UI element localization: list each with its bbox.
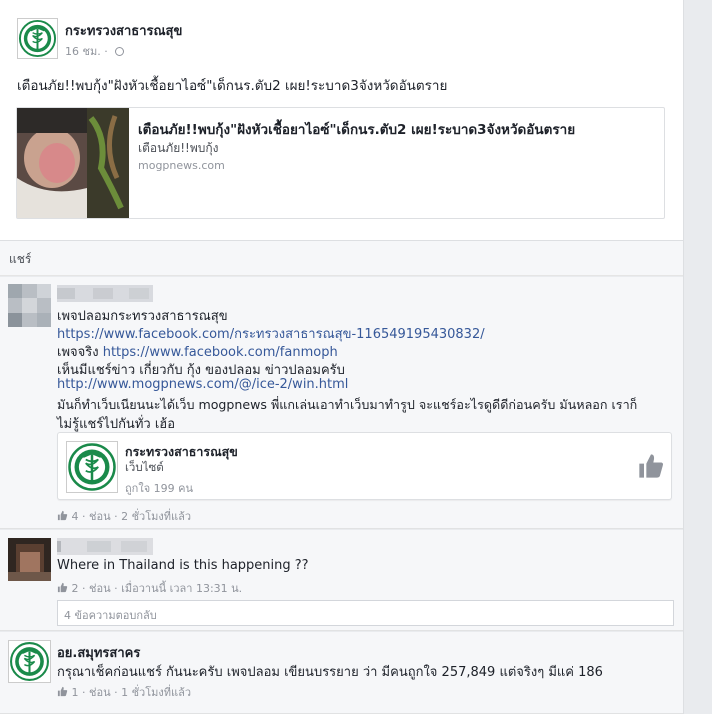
- share-timestamp[interactable]: 2 ชั่วโมงที่แล้ว: [121, 510, 191, 523]
- separator: ·: [78, 686, 89, 699]
- hide-link[interactable]: ช่อน: [89, 582, 111, 595]
- separator: ·: [78, 582, 89, 595]
- meta-dot: ·: [104, 45, 108, 58]
- like-page-button[interactable]: [637, 452, 665, 480]
- like-count[interactable]: 2: [72, 582, 79, 595]
- sharer-name[interactable]: อย.สมุทรสาคร: [57, 642, 140, 663]
- share-text-line-7: ไม่รู้แชร์ไปกันทั่ว เฮ้อ: [57, 417, 176, 432]
- link-preview-card[interactable]: เตือนภัย!!พบกุ้ง"ฝังหัวเชื้อยาไอซ์"เด็กน…: [16, 107, 665, 219]
- shares-label: แชร์: [9, 252, 32, 266]
- page-name-link[interactable]: กระทรวงสาธารณสุข: [65, 20, 182, 41]
- share-item: Where in Thailand is this happening ?? 2…: [0, 530, 683, 631]
- fake-page-link[interactable]: https://www.facebook.com/กระทรวงสาธารณสุ…: [57, 327, 485, 342]
- sharer-avatar[interactable]: [8, 538, 51, 581]
- replies-toggle[interactable]: 4 ข้อความตอบกลับ: [57, 600, 674, 626]
- separator: ·: [78, 510, 89, 523]
- fda-logo-icon: [9, 641, 50, 682]
- separator: ·: [110, 582, 122, 595]
- shares-header: แชร์: [0, 240, 683, 276]
- separator: ·: [110, 686, 122, 699]
- replies-count[interactable]: 4 ข้อความตอบกลับ: [64, 606, 157, 624]
- globe-icon: [115, 47, 125, 56]
- share-text-line-5: http://www.mogpnews.com/@/ice-2/win.html: [57, 377, 348, 392]
- attached-page-avatar[interactable]: [66, 441, 118, 493]
- thumbs-up-icon: [637, 452, 665, 480]
- separator: ·: [110, 510, 122, 523]
- right-border: [683, 0, 684, 714]
- sharer-name-blurred[interactable]: [57, 285, 153, 302]
- share-actions: 4 · ช่อน · 2 ชั่วโมงที่แล้ว: [57, 507, 191, 525]
- real-page-prefix: เพจจริง: [57, 345, 103, 360]
- sharer-avatar[interactable]: [8, 640, 51, 683]
- share-item: อย.สมุทรสาคร กรุณาเช็คก่อนแชร์ กันนะครับ…: [0, 632, 683, 714]
- share-text: Where in Thailand is this happening ??: [57, 558, 309, 573]
- original-post: กระทรวงสาธารณสุข 16 ชม. · เตือนภัย!!พบกุ…: [0, 0, 683, 240]
- sharer-name-blurred[interactable]: [57, 538, 153, 555]
- post-text: เตือนภัย!!พบกุ้ง"ฝังหัวเชื้อยาไอซ์"เด็กน…: [17, 78, 448, 94]
- hide-link[interactable]: ช่อน: [89, 686, 111, 699]
- attached-page-likes: ถูกใจ 199 คน: [125, 482, 194, 495]
- mogpnews-link[interactable]: http://www.mogpnews.com/@/ice-2/win.html: [57, 377, 348, 392]
- page-avatar[interactable]: [17, 18, 58, 59]
- share-timestamp[interactable]: 1 ชั่วโมงที่แล้ว: [121, 686, 191, 699]
- moph-logo-icon: [67, 442, 117, 492]
- attached-page-type: เว็บไซต์: [125, 460, 164, 474]
- post-meta: 16 ชม. ·: [65, 42, 125, 60]
- share-text-line-6: มันก็ทำเว็บเนียนนะได้เว็บ mogpnews พี่แก…: [57, 397, 638, 412]
- link-title[interactable]: เตือนภัย!!พบกุ้ง"ฝังหัวเชื้อยาไอซ์"เด็กน…: [138, 118, 575, 140]
- hide-link[interactable]: ช่อน: [89, 510, 111, 523]
- share-item: เพจปลอมกระทรวงสาธารณสุข https://www.face…: [0, 277, 683, 529]
- share-actions: 1 · ช่อน · 1 ชั่วโมงที่แล้ว: [57, 683, 191, 701]
- moph-logo-icon: [18, 19, 57, 58]
- like-count[interactable]: 4: [72, 510, 79, 523]
- attached-page-card[interactable]: กระทรวงสาธารณสุข เว็บไซต์ ถูกใจ 199 คน: [57, 432, 672, 500]
- like-count-icon: [57, 510, 68, 521]
- share-timestamp[interactable]: เมื่อวานนี้ เวลา 13:31 น.: [121, 582, 242, 595]
- real-page-link[interactable]: https://www.facebook.com/fanmoph: [103, 345, 338, 360]
- post-timestamp[interactable]: 16 ชม.: [65, 45, 101, 58]
- link-domain: mogpnews.com: [138, 159, 225, 172]
- share-text: กรุณาเช็คก่อนแชร์ กันนะครับ เพจปลอม เขีย…: [57, 665, 603, 680]
- like-count-icon: [57, 582, 68, 593]
- like-count[interactable]: 1: [72, 686, 79, 699]
- link-description: เตือนภัย!!พบกุ้ง: [138, 141, 219, 155]
- like-count-icon: [57, 686, 68, 697]
- share-actions: 2 · ช่อน · เมื่อวานนี้ เวลา 13:31 น.: [57, 579, 242, 597]
- link-thumbnail-image[interactable]: [17, 108, 129, 218]
- sharer-avatar[interactable]: [8, 284, 51, 327]
